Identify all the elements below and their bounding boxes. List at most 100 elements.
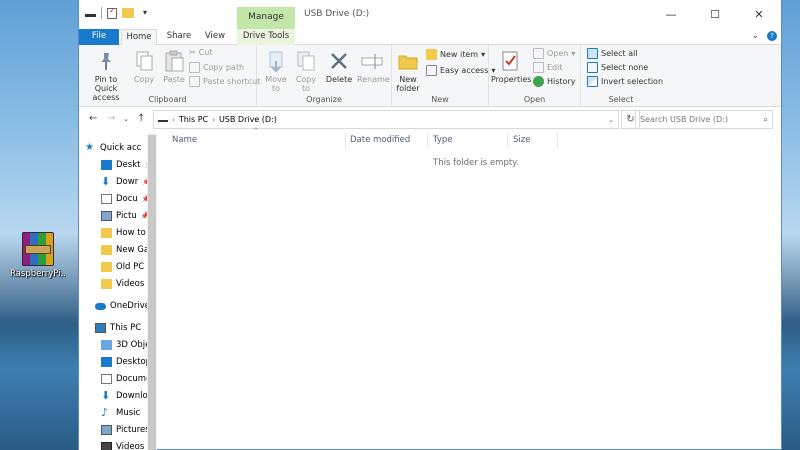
select-all-button[interactable]: Select all bbox=[587, 48, 638, 59]
back-arrow-icon[interactable]: ← bbox=[89, 113, 97, 124]
new-group-label: New bbox=[431, 95, 449, 104]
properties-icon bbox=[498, 49, 522, 73]
address-bar[interactable]: › This PC › USB Drive (D:) ⌄ bbox=[153, 110, 619, 129]
nav-item-desktop[interactable]: Deskt📌 bbox=[101, 160, 147, 170]
up-arrow-icon[interactable]: ↑ bbox=[137, 113, 145, 124]
nav-pc-downloads[interactable]: ⬇ Downlo bbox=[101, 390, 147, 401]
nav-pc-videos[interactable]: Videos bbox=[101, 442, 144, 450]
select-group-label: Select bbox=[608, 95, 634, 104]
nav-pc-3d-objects[interactable]: 3D Obje bbox=[101, 340, 147, 350]
title-bar: ▾ Manage USB Drive (D:) — ☐ ✕ bbox=[79, 0, 781, 29]
copy-path-button[interactable]: Copy path bbox=[189, 62, 244, 73]
column-header-name[interactable]: Name bbox=[172, 133, 342, 148]
breadcrumb-separator-icon: › bbox=[212, 115, 215, 124]
new-folder-quick-icon[interactable] bbox=[122, 8, 134, 18]
invert-selection-icon bbox=[587, 76, 598, 87]
new-item-icon bbox=[426, 49, 437, 60]
nav-item-pictures[interactable]: Pictu 📌 bbox=[101, 211, 147, 221]
properties-quick-icon[interactable] bbox=[107, 6, 117, 19]
copy-button[interactable]: Copy bbox=[131, 49, 157, 84]
easy-access-icon bbox=[426, 65, 437, 76]
easy-access-button[interactable]: Easy access ▾ bbox=[426, 65, 495, 76]
invert-selection-button[interactable]: Invert selection bbox=[587, 76, 663, 87]
paste-shortcut-button[interactable]: Paste shortcut bbox=[189, 76, 260, 87]
select-none-button[interactable]: Select none bbox=[587, 62, 648, 73]
open-group: Properties Open ▾ Edit History Open bbox=[489, 45, 581, 107]
history-icon bbox=[533, 76, 544, 87]
breadcrumb-this-pc[interactable]: This PC bbox=[179, 115, 208, 124]
drive-icon bbox=[85, 9, 96, 17]
delete-button[interactable]: Delete bbox=[325, 49, 353, 84]
nav-pc-pictures[interactable]: Pictures bbox=[101, 425, 147, 435]
expand-ribbon-icon[interactable]: ⌄ bbox=[751, 31, 759, 41]
desktop-icon bbox=[101, 160, 112, 170]
clipboard-group: Pin to Quick access Copy Paste ✂ Cut Cop… bbox=[79, 45, 260, 107]
nav-item-downloads[interactable]: ⬇ Dowr 📌 bbox=[101, 176, 147, 187]
column-header-date-modified[interactable]: Date modified bbox=[350, 133, 430, 148]
nav-item-new-ga[interactable]: New Ga bbox=[101, 245, 147, 255]
tab-home[interactable]: Home bbox=[121, 29, 157, 46]
document-icon bbox=[101, 194, 112, 204]
new-item-button[interactable]: New item ▾ bbox=[426, 49, 485, 60]
scissors-icon: ✂ bbox=[189, 48, 196, 57]
delete-x-icon bbox=[327, 49, 351, 73]
column-header-size[interactable]: Size bbox=[513, 133, 553, 148]
winrar-archive-icon bbox=[22, 232, 54, 266]
nav-this-pc[interactable]: This PC bbox=[95, 323, 141, 333]
properties-button[interactable]: Properties bbox=[491, 49, 531, 84]
select-group: Select all Select none Invert selection … bbox=[581, 45, 663, 107]
close-button[interactable]: ✕ bbox=[737, 0, 781, 29]
customize-toolbar-icon[interactable]: ▾ bbox=[139, 7, 151, 19]
organize-group-label: Organize bbox=[306, 95, 342, 104]
new-folder-button[interactable]: New folder bbox=[394, 49, 422, 93]
move-to-icon bbox=[264, 49, 288, 73]
tab-file[interactable]: File bbox=[79, 29, 119, 45]
column-header-type[interactable]: Type bbox=[433, 133, 508, 148]
pictures-icon bbox=[101, 211, 112, 221]
film-icon bbox=[101, 442, 112, 450]
recent-locations-chevron-icon[interactable]: ⌄ bbox=[123, 115, 129, 123]
nav-quick-access[interactable]: ★ Quick acc bbox=[85, 143, 141, 154]
nav-pc-desktop[interactable]: Desktop bbox=[101, 357, 147, 367]
rename-button[interactable]: Rename bbox=[357, 49, 390, 84]
open-button[interactable]: Open ▾ bbox=[533, 48, 575, 59]
history-button[interactable]: History bbox=[533, 76, 575, 87]
help-icon[interactable]: ? bbox=[767, 31, 777, 41]
manage-context-tab[interactable]: Manage bbox=[237, 7, 295, 29]
computer-icon bbox=[95, 323, 106, 333]
rename-icon bbox=[360, 49, 384, 73]
music-note-icon: ♪ bbox=[101, 406, 109, 419]
copy-to-button[interactable]: Copy to bbox=[293, 49, 319, 93]
forward-arrow-icon[interactable]: → bbox=[107, 113, 115, 124]
breadcrumb-usb-drive[interactable]: USB Drive (D:) bbox=[219, 115, 277, 124]
tab-view[interactable]: View bbox=[199, 29, 231, 45]
paste-shortcut-icon bbox=[189, 76, 200, 87]
nav-item-old-pc[interactable]: Old PC bbox=[101, 262, 144, 272]
tab-drive-tools[interactable]: Drive Tools bbox=[237, 29, 295, 45]
cut-button[interactable]: ✂ Cut bbox=[189, 48, 213, 57]
empty-folder-message: This folder is empty. bbox=[433, 158, 519, 168]
nav-item-documents[interactable]: Docu 📌 bbox=[101, 194, 147, 204]
nav-scrollbar-thumb[interactable] bbox=[148, 135, 156, 450]
desktop-icon-label: RaspberryPi... bbox=[10, 269, 66, 279]
paste-icon bbox=[162, 49, 186, 73]
tab-share[interactable]: Share bbox=[161, 29, 197, 45]
cube-icon bbox=[101, 340, 112, 350]
desktop-icon-raspberrypi[interactable]: RaspberryPi... bbox=[10, 232, 66, 279]
paste-button[interactable]: Paste bbox=[161, 49, 187, 84]
nav-onedrive[interactable]: OneDrive bbox=[95, 301, 147, 311]
new-folder-icon bbox=[396, 49, 420, 73]
minimize-button[interactable]: — bbox=[649, 0, 693, 29]
edit-button[interactable]: Edit bbox=[533, 62, 563, 73]
open-group-label: Open bbox=[523, 95, 546, 104]
nav-item-how-to[interactable]: How to bbox=[101, 228, 146, 238]
move-to-button[interactable]: Move to bbox=[263, 49, 289, 93]
address-dropdown-icon[interactable]: ⌄ bbox=[608, 116, 614, 124]
search-input[interactable]: Search USB Drive (D:) ⌕ bbox=[635, 110, 773, 129]
nav-scrollbar[interactable] bbox=[147, 133, 157, 450]
nav-pc-music[interactable]: ♪ Music bbox=[101, 406, 140, 419]
nav-pc-documents[interactable]: Docume bbox=[101, 374, 147, 384]
maximize-button[interactable]: ☐ bbox=[693, 0, 737, 29]
select-none-icon bbox=[587, 62, 598, 73]
nav-item-videos[interactable]: Videos bbox=[101, 279, 144, 289]
